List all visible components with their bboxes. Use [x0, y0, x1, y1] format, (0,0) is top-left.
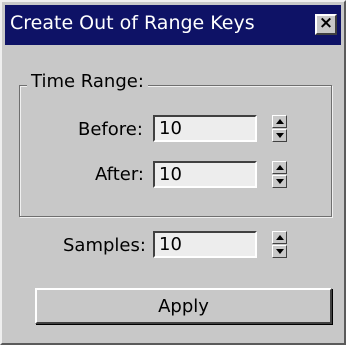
samples-label: Samples:: [63, 235, 146, 256]
samples-increment-button[interactable]: [272, 231, 287, 244]
after-input[interactable]: 10: [153, 161, 257, 188]
close-button[interactable]: ×: [315, 13, 337, 35]
before-label: Before:: [78, 119, 143, 140]
arrow-down-icon: [276, 249, 284, 254]
samples-decrement-button[interactable]: [272, 245, 287, 258]
title-bar[interactable]: Create Out of Range Keys ×: [5, 5, 341, 45]
before-input[interactable]: 10: [153, 115, 257, 142]
time-range-group: [19, 85, 332, 217]
time-range-label: Time Range:: [27, 71, 148, 92]
arrow-up-icon: [276, 119, 284, 124]
after-label: After:: [95, 164, 144, 185]
arrow-down-icon: [276, 179, 284, 184]
after-spinner[interactable]: [272, 161, 287, 188]
apply-button[interactable]: Apply: [35, 288, 332, 324]
apply-button-label: Apply: [158, 296, 209, 317]
arrow-up-icon: [276, 165, 284, 170]
samples-spinner[interactable]: [272, 231, 287, 258]
arrow-down-icon: [276, 133, 284, 138]
before-increment-button[interactable]: [272, 115, 287, 128]
create-out-of-range-keys-dialog: Create Out of Range Keys × Time Range: B…: [0, 0, 346, 345]
before-spinner[interactable]: [272, 115, 287, 142]
close-icon: ×: [318, 13, 334, 33]
arrow-up-icon: [276, 235, 284, 240]
after-increment-button[interactable]: [272, 161, 287, 174]
after-decrement-button[interactable]: [272, 175, 287, 188]
samples-input[interactable]: 10: [153, 231, 257, 258]
before-decrement-button[interactable]: [272, 129, 287, 142]
dialog-title: Create Out of Range Keys: [10, 12, 255, 34]
